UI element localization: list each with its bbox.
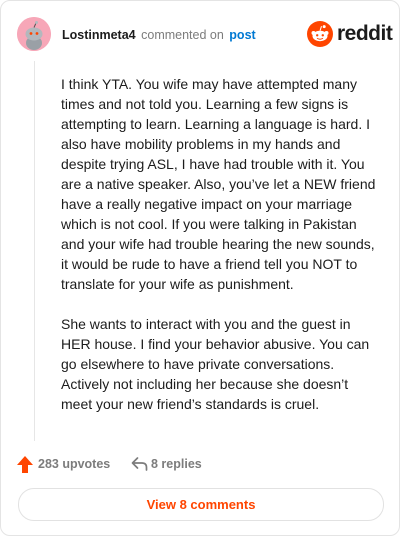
user-avatar-icon[interactable] [17,17,51,51]
upvote-count: 283 upvotes [38,457,111,471]
comment-card: Lostinmeta4 commented on post reddit I t… [0,0,400,536]
view-comments-button[interactable]: View 8 comments [18,488,384,521]
upvote-button[interactable]: 283 upvotes [17,454,127,476]
reply-arrow-icon [131,457,148,471]
thread-line [34,61,35,441]
comment-body: I think YTA. You wife may have attempted… [61,74,379,434]
post-link[interactable]: post [229,28,255,42]
reddit-logo-icon [307,21,333,47]
upvote-arrow-icon [17,456,33,473]
replies-button[interactable]: 8 replies [131,454,241,476]
comment-meta: Lostinmeta4 commented on post [62,27,256,43]
comment-paragraph-1: I think YTA. You wife may have attempted… [61,76,376,292]
commented-on-text: commented on [141,28,224,42]
reddit-wordmark: reddit [337,22,393,45]
username[interactable]: Lostinmeta4 [62,28,136,42]
reddit-brand: reddit [307,21,393,47]
replies-count: 8 replies [151,457,202,471]
comment-header: Lostinmeta4 commented on post reddit [17,17,393,53]
comment-paragraph-2: She wants to interact with you and the g… [61,316,370,412]
